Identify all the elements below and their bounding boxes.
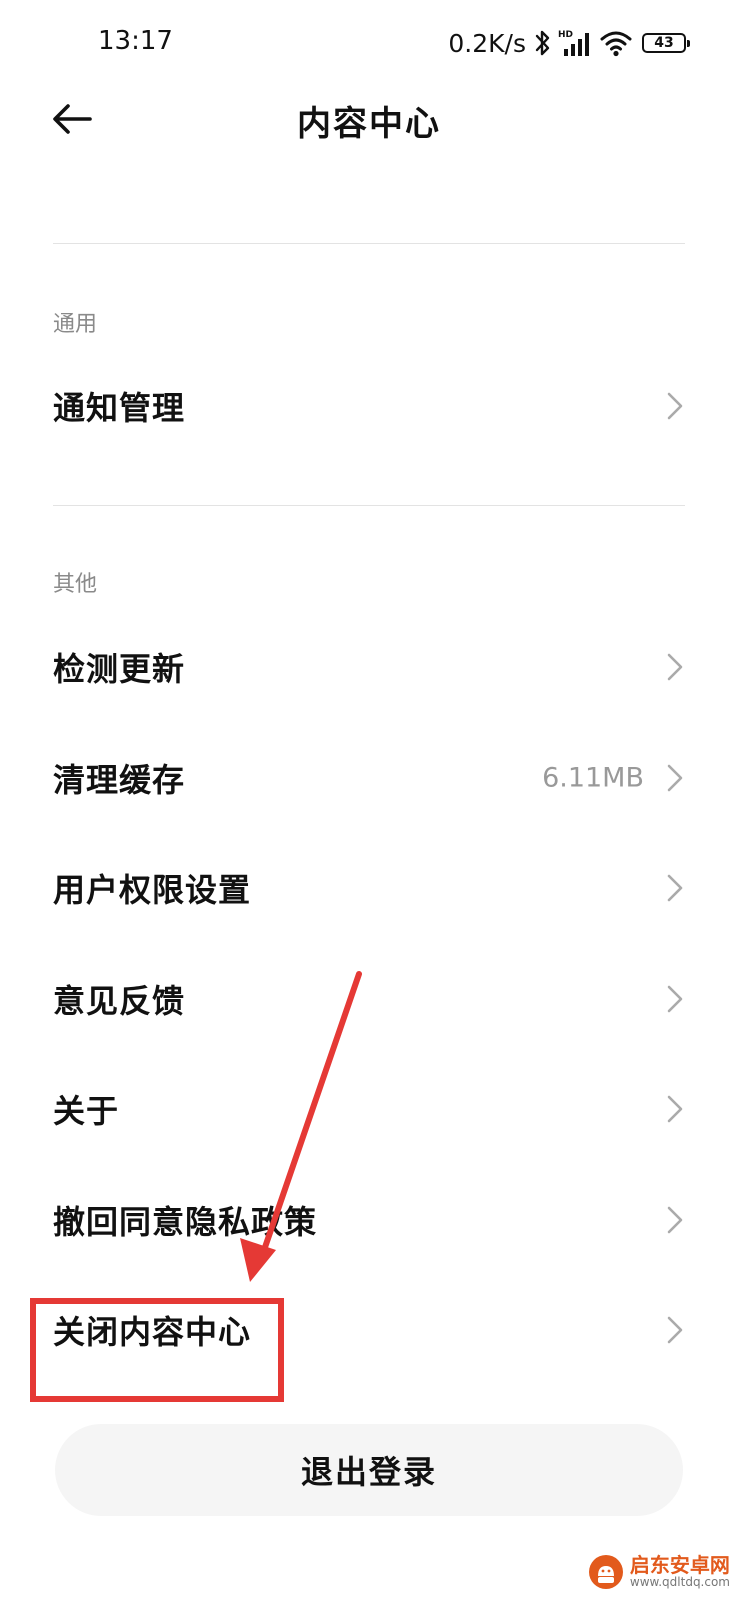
wifi-icon (600, 31, 632, 57)
settings-item-label: 用户权限设置 (53, 871, 252, 909)
chevron-right-icon (667, 653, 683, 681)
app-header: 内容中心 (0, 88, 738, 150)
battery-level: 43 (654, 35, 674, 51)
chevron-right-icon (667, 1316, 683, 1344)
chevron-right-icon (667, 874, 683, 902)
settings-item-label: 关闭内容中心 (53, 1313, 252, 1351)
chevron-right-icon (667, 1095, 683, 1123)
settings-item-label: 清理缓存 (53, 761, 186, 799)
watermark-name: 启东安卓网 (629, 1553, 730, 1578)
chevron-right-icon (667, 392, 683, 420)
watermark-url: www.qdltdq.com (629, 1575, 730, 1590)
chevron-right-icon (667, 764, 683, 792)
battery-icon: 43 (642, 33, 690, 53)
divider (53, 243, 685, 244)
settings-item-label: 检测更新 (53, 650, 186, 688)
network-speed: 0.2K/s (448, 28, 526, 58)
page-title: 内容中心 (297, 104, 441, 144)
settings-item-check-update[interactable]: 检测更新 (0, 612, 738, 722)
svg-text:HD: HD (558, 30, 573, 40)
settings-item-about[interactable]: 关于 (0, 1054, 738, 1164)
settings-item-label: 撤回同意隐私政策 (53, 1203, 318, 1241)
settings-item-user-permissions[interactable]: 用户权限设置 (0, 833, 738, 943)
section-label-other: 其他 (53, 572, 98, 597)
hd-signal-icon: HD (558, 30, 589, 56)
watermark: 启东安卓网 www.qdltdq.com (588, 1554, 730, 1590)
settings-item-revoke-privacy-consent[interactable]: 撤回同意隐私政策 (0, 1165, 738, 1275)
settings-item-label: 关于 (53, 1092, 120, 1130)
chevron-right-icon (667, 985, 683, 1013)
status-time: 13:17 (98, 26, 173, 56)
divider (53, 505, 685, 506)
settings-item-feedback[interactable]: 意见反馈 (0, 944, 738, 1054)
cache-size-value: 6.11MB (542, 762, 644, 794)
logout-button[interactable]: 退出登录 (55, 1424, 683, 1516)
settings-item-notification-management[interactable]: 通知管理 (0, 351, 738, 461)
settings-item-close-content-center[interactable]: 关闭内容中心 (0, 1275, 738, 1385)
section-label-general: 通用 (53, 312, 98, 337)
settings-item-clear-cache[interactable]: 清理缓存 6.11MB (0, 723, 738, 833)
settings-item-label: 意见反馈 (53, 982, 186, 1020)
bluetooth-icon (535, 30, 550, 56)
status-bar: 13:17 0.2K/s HD 43 (0, 0, 738, 88)
android-logo-icon (588, 1555, 623, 1589)
settings-item-label: 通知管理 (53, 389, 186, 427)
chevron-right-icon (667, 1206, 683, 1234)
status-icons: 0.2K/s HD 43 (448, 26, 690, 60)
